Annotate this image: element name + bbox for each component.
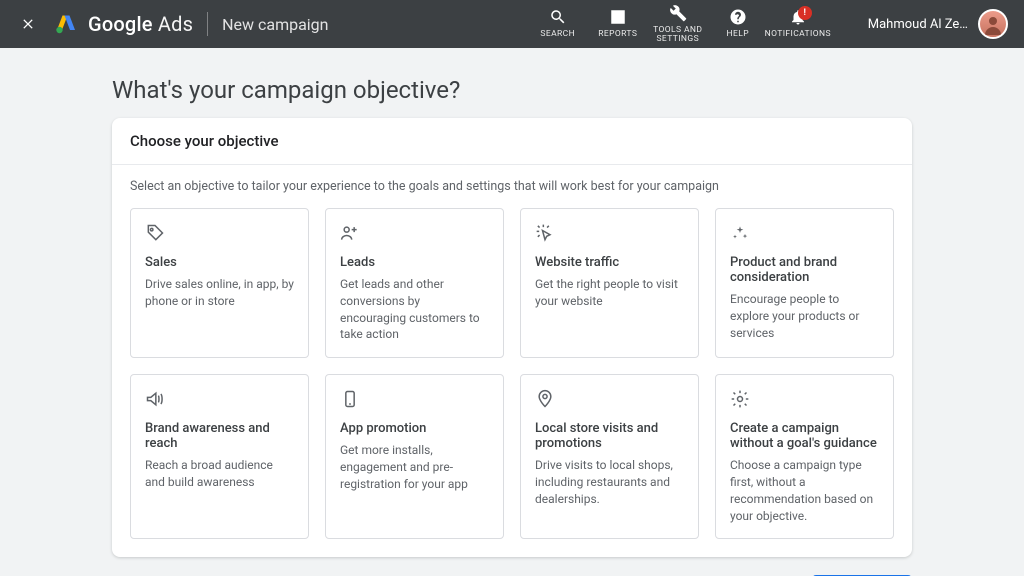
cursor-click-icon — [535, 223, 684, 245]
close-icon — [20, 16, 36, 32]
card-header: Choose your objective — [112, 118, 912, 165]
objective-desc: Drive visits to local shops, including r… — [535, 457, 684, 507]
objective-app-promotion[interactable]: App promotion Get more installs, engagem… — [325, 374, 504, 539]
objective-card: Choose your objective Select an objectiv… — [112, 118, 912, 557]
header-subtitle: New campaign — [222, 15, 328, 34]
nav-tools-settings[interactable]: TOOLS AND SETTINGS — [648, 4, 708, 45]
people-plus-icon — [340, 223, 489, 245]
objective-product-brand[interactable]: Product and brand consideration Encourag… — [715, 208, 894, 358]
close-button[interactable] — [16, 12, 40, 36]
brand-name: Google Ads — [88, 12, 193, 36]
search-icon — [549, 8, 567, 26]
user-avatar[interactable] — [978, 9, 1008, 39]
objective-website-traffic[interactable]: Website traffic Get the right people to … — [520, 208, 699, 358]
objective-title: Create a campaign without a goal's guida… — [730, 421, 879, 451]
objective-desc: Choose a campaign type first, without a … — [730, 457, 879, 524]
objective-local-store[interactable]: Local store visits and promotions Drive … — [520, 374, 699, 539]
location-icon — [535, 389, 684, 411]
nav-notifications[interactable]: ! NOTIFICATIONS — [768, 8, 828, 39]
nav-help[interactable]: HELP — [708, 8, 768, 39]
phone-icon — [340, 389, 489, 411]
objective-sales[interactable]: Sales Drive sales online, in app, by pho… — [130, 208, 309, 358]
objective-title: Sales — [145, 255, 294, 270]
gear-icon — [730, 389, 879, 411]
objective-title: Local store visits and promotions — [535, 421, 684, 451]
page-title: What's your campaign objective? — [112, 76, 912, 104]
objective-desc: Get leads and other conversions by encou… — [340, 276, 489, 343]
objective-title: Product and brand consideration — [730, 255, 879, 285]
user-name: Mahmoud Al Ze… — [868, 17, 968, 32]
notification-badge: ! — [798, 6, 812, 20]
objective-desc: Get more installs, engagement and pre-re… — [340, 442, 489, 492]
sparkle-icon — [730, 223, 879, 245]
objective-desc: Reach a broad audience and build awarene… — [145, 457, 294, 491]
objective-desc: Encourage people to explore your product… — [730, 291, 879, 341]
objective-desc: Drive sales online, in app, by phone or … — [145, 276, 294, 310]
google-ads-logo-icon — [54, 12, 78, 36]
objective-no-goal[interactable]: Create a campaign without a goal's guida… — [715, 374, 894, 539]
nav-search[interactable]: SEARCH — [528, 8, 588, 39]
card-subtitle: Select an objective to tailor your exper… — [112, 165, 912, 194]
nav-reports[interactable]: REPORTS — [588, 8, 648, 39]
app-header: Google Ads New campaign SEARCH REPORTS T… — [0, 0, 1024, 48]
objective-leads[interactable]: Leads Get leads and other conversions by… — [325, 208, 504, 358]
objective-title: App promotion — [340, 421, 489, 436]
tools-icon — [669, 4, 687, 22]
objective-title: Leads — [340, 255, 489, 270]
avatar-icon — [981, 13, 1005, 37]
objective-title: Website traffic — [535, 255, 684, 270]
objective-desc: Get the right people to visit your websi… — [535, 276, 684, 310]
reports-icon — [609, 8, 627, 26]
objective-title: Brand awareness and reach — [145, 421, 294, 451]
objective-brand-awareness[interactable]: Brand awareness and reach Reach a broad … — [130, 374, 309, 539]
tag-icon — [145, 223, 294, 245]
megaphone-icon — [145, 389, 294, 411]
header-divider — [207, 12, 208, 36]
help-icon — [729, 8, 747, 26]
